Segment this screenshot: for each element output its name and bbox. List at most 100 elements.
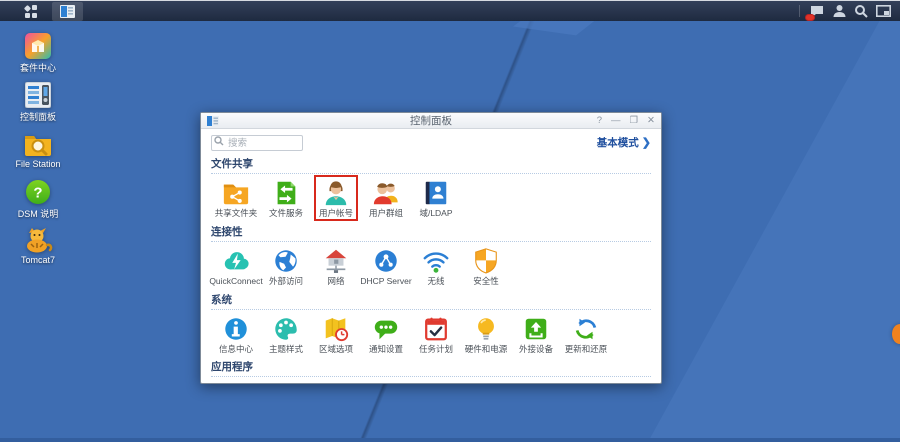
window-titlebar[interactable]: 控制面板 ? — ❐ ✕ — [201, 113, 661, 129]
cp-item-label: 无线 — [427, 277, 444, 287]
cp-item-label: 任务计划 — [419, 345, 453, 355]
basic-mode-link[interactable]: 基本模式 ❯ — [597, 135, 651, 150]
hardware-power-icon — [472, 315, 500, 343]
desktop-icon-label: 控制面板 — [20, 110, 56, 123]
info-center-icon — [222, 315, 250, 343]
user-menu-button[interactable] — [830, 2, 848, 20]
cp-item-label: 安全性 — [473, 277, 499, 287]
cp-item-application-portal[interactable]: Synology 应用程序门户 — [261, 382, 319, 383]
search-input[interactable] — [211, 135, 303, 151]
help-button[interactable]: ? — [597, 113, 602, 129]
notification-settings-icon — [372, 315, 400, 343]
cp-item-label: DHCP Server — [360, 277, 411, 287]
application-portal-icon — [276, 382, 304, 383]
cp-item-hardware-power[interactable]: 硬件和电源 — [461, 315, 511, 355]
cp-item-file-services[interactable]: 文件服务 — [261, 179, 311, 219]
cp-item-external-access[interactable]: 外部访问 — [261, 247, 311, 287]
cp-item-user-group[interactable]: 用户群组 — [361, 179, 411, 219]
control-panel-window-icon — [60, 5, 75, 18]
wireless-icon — [422, 247, 450, 275]
main-menu-button[interactable] — [16, 1, 46, 22]
index-service-icon — [330, 382, 358, 383]
cp-item-label: 用户群组 — [369, 209, 403, 219]
desktop-icon-file-station[interactable]: File Station — [6, 131, 70, 169]
terminal-snmp-icon: >_ — [430, 382, 458, 383]
cp-item-label: 网络 — [327, 277, 344, 287]
cp-item-label: 外部访问 — [269, 277, 303, 287]
cp-item-privileges[interactable]: 权限 — [211, 382, 261, 383]
desktop-icon-dsm-help[interactable]: ? DSM 说明 — [6, 179, 70, 220]
cp-item-task-scheduler[interactable]: 任务计划 — [411, 315, 461, 355]
control-panel-window: 控制面板 ? — ❐ ✕ 基本模式 ❯ 文件共享 — [200, 112, 662, 384]
user-group-icon — [372, 179, 400, 207]
cp-item-label: 域/LDAP — [419, 209, 452, 219]
close-button[interactable]: ✕ — [647, 113, 655, 129]
cp-item-domain-ldap[interactable]: 域/LDAP — [411, 179, 461, 219]
window-titlebar-icon — [207, 116, 219, 126]
search-button[interactable] — [852, 2, 870, 20]
theme-icon — [272, 315, 300, 343]
search-icon — [854, 4, 868, 18]
notifications-button[interactable] — [808, 2, 826, 20]
cp-item-label: 更新和还原 — [565, 345, 608, 355]
cp-item-user-account[interactable]: 用户帐号 — [311, 179, 361, 219]
cp-item-external-devices[interactable]: 外接设备 — [511, 315, 561, 355]
security-icon — [472, 247, 500, 275]
cp-item-shared-folder-sync[interactable]: 共享文件夹同步 — [369, 382, 419, 383]
cp-item-label: 区域选项 — [319, 345, 353, 355]
taskbar — [0, 0, 900, 21]
external-access-icon — [272, 247, 300, 275]
pilot-view-icon — [876, 5, 891, 17]
external-devices-icon — [522, 315, 550, 343]
cp-item-label: QuickConnect — [209, 277, 262, 287]
cp-item-regional-options[interactable]: 区域选项 — [311, 315, 361, 355]
cp-item-label: 信息中心 — [219, 345, 253, 355]
domain-ldap-icon — [422, 179, 450, 207]
cp-item-label: 共享文件夹 — [215, 209, 258, 219]
pilot-view-button[interactable] — [874, 2, 892, 20]
control-panel-icon — [25, 82, 51, 108]
tomcat-icon — [23, 227, 53, 253]
package-center-icon — [25, 33, 51, 59]
desktop-icon-package-center[interactable]: 套件中心 — [6, 33, 70, 74]
cp-item-label: 外接设备 — [519, 345, 553, 355]
cp-item-label: 通知设置 — [369, 345, 403, 355]
tray-separator — [799, 5, 800, 17]
section-row-applications: 权限 Synology 应用程序门户 — [211, 377, 651, 383]
update-restore-icon — [572, 315, 600, 343]
cp-item-quickconnect[interactable]: QuickConnect — [211, 247, 261, 287]
background-bottom-strip — [0, 438, 900, 442]
cp-item-terminal-snmp[interactable]: >_ 终端机和 SNMP — [419, 382, 469, 383]
search-icon — [214, 136, 224, 146]
privileges-icon — [222, 382, 250, 383]
svg-text:?: ? — [33, 185, 42, 202]
control-panel-body: 文件共享 共享文件夹 — [201, 153, 661, 383]
control-panel-toolbar: 基本模式 ❯ — [201, 129, 661, 153]
maximize-button[interactable]: ❐ — [630, 113, 639, 129]
taskbar-open-app-control-panel[interactable] — [52, 2, 83, 21]
cp-item-security[interactable]: 安全性 — [461, 247, 511, 287]
cp-item-wireless[interactable]: 无线 — [411, 247, 461, 287]
desktop-icon-tomcat7[interactable]: Tomcat7 — [6, 227, 70, 265]
cp-item-theme[interactable]: 主题样式 — [261, 315, 311, 355]
cp-item-info-center[interactable]: 信息中心 — [211, 315, 261, 355]
cp-item-shared-folder[interactable]: 共享文件夹 — [211, 179, 261, 219]
desktop-icon-label: 套件中心 — [20, 61, 56, 74]
window-controls: ? — ❐ ✕ — [597, 113, 655, 129]
shared-folder-icon — [222, 179, 250, 207]
minimize-button[interactable]: — — [611, 113, 621, 129]
main-menu-icon — [24, 5, 38, 18]
cp-item-label: 用户帐号 — [319, 209, 353, 219]
desktop-icon-label: Tomcat7 — [21, 255, 55, 265]
cp-item-index-service[interactable]: 索引服务 — [319, 382, 369, 383]
cp-item-network[interactable]: 网络 — [311, 247, 361, 287]
cp-item-notification-settings[interactable]: 通知设置 — [361, 315, 411, 355]
file-services-icon — [272, 179, 300, 207]
network-icon — [322, 247, 350, 275]
cp-item-dhcp-server[interactable]: DHCP Server — [361, 247, 411, 287]
user-icon — [833, 4, 846, 18]
cp-item-update-restore[interactable]: 更新和还原 — [561, 315, 611, 355]
cp-item-label: 硬件和电源 — [465, 345, 508, 355]
section-row-file-sharing: 共享文件夹 文件服务 — [211, 174, 651, 221]
desktop-icon-control-panel[interactable]: 控制面板 — [6, 82, 70, 123]
